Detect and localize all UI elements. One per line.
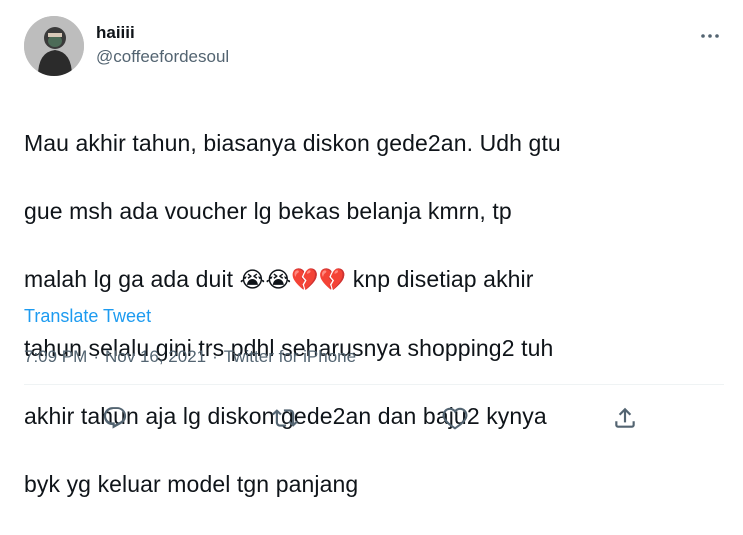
avatar-image (24, 16, 84, 76)
tweet-line: byk yg keluar model tgn panjang (24, 471, 359, 497)
more-button[interactable] (696, 28, 724, 44)
more-horizontal-icon (701, 34, 719, 38)
tweet-meta: 7:09 PM · Nov 16, 2021 · Twitter for iPh… (24, 346, 356, 368)
tweet-source[interactable]: Twitter for iPhone (224, 346, 356, 368)
tweet-time[interactable]: 7:09 PM (24, 346, 87, 368)
tweet-line: malah lg ga ada duit 😭😭💔💔 knp disetiap a… (24, 262, 724, 297)
share-button[interactable] (605, 398, 645, 438)
like-icon (442, 407, 468, 430)
reply-button[interactable] (95, 398, 135, 438)
tweet-header: haiiii @coffeefordesoul (24, 16, 724, 76)
user-handle[interactable]: @coffeefordesoul (96, 46, 229, 68)
display-name[interactable]: haiiii (96, 22, 229, 44)
avatar[interactable] (24, 16, 84, 76)
meta-separator: · (93, 347, 99, 366)
tweet-text-segment: knp disetiap akhir (346, 266, 534, 292)
emoji-group: 😭😭💔💔 (239, 267, 347, 292)
tweet-date[interactable]: Nov 16, 2021 (105, 346, 206, 368)
tweet-card: haiiii @coffeefordesoul Mau akhir tahun,… (0, 0, 743, 497)
divider (24, 384, 724, 385)
retweet-icon (272, 409, 298, 427)
like-button[interactable] (435, 398, 475, 438)
meta-separator: · (212, 347, 218, 366)
tweet-line: gue msh ada voucher lg bekas belanja kmr… (24, 198, 512, 224)
translate-tweet-link[interactable]: Translate Tweet (24, 304, 151, 328)
share-icon (615, 407, 635, 428)
user-info: haiiii @coffeefordesoul (96, 22, 229, 68)
retweet-button[interactable] (265, 398, 305, 438)
reply-icon (103, 407, 127, 429)
tweet-text-segment: malah lg ga ada duit (24, 266, 240, 292)
action-bar (0, 398, 743, 438)
tweet-line: Mau akhir tahun, biasanya diskon gede2an… (24, 130, 561, 156)
